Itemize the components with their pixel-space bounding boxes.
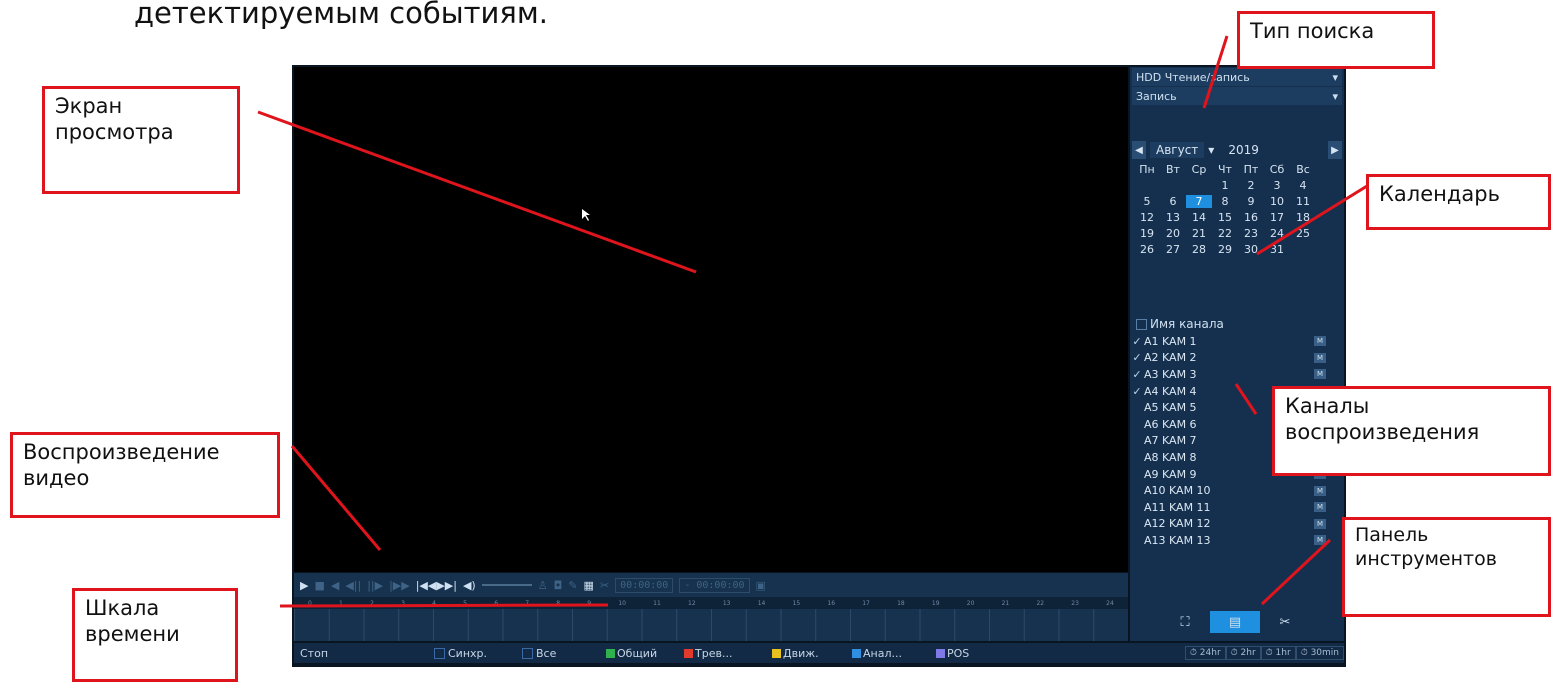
callout-search-type: Тип поиска	[1237, 11, 1435, 69]
callout-timeline: Шкала времени	[72, 588, 238, 682]
callout-calendar: Календарь	[1366, 174, 1551, 230]
callout-toolbar: Панель инструментов	[1342, 517, 1551, 617]
callout-playback: Воспроизведение видео	[10, 432, 280, 518]
callout-channels: Каналы воспроизведения	[1272, 386, 1551, 476]
callout-screen: Экран просмотра	[42, 86, 240, 194]
